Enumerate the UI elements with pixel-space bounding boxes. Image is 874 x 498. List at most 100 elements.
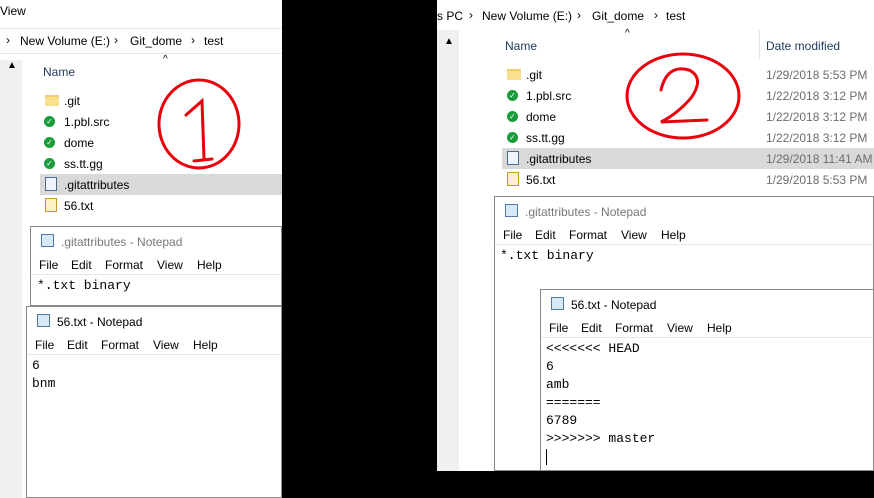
menu-bar: File Edit Format View Help [31,255,281,275]
window-title: 56.txt - Notepad [571,298,657,312]
menu-view[interactable]: View [153,338,179,352]
menu-format[interactable]: Format [101,338,139,352]
notepad-icon [41,234,54,247]
menu-file[interactable]: File [549,321,568,335]
menu-help[interactable]: Help [661,228,686,242]
file-name: dome [64,136,95,150]
menu-file[interactable]: File [35,338,54,352]
left-explorer-window: View › New Volume (E:) › Git_dome › test… [0,0,282,498]
menu-help[interactable]: Help [197,258,222,272]
text-line: 6 [32,358,40,373]
file-name: ss.tt.gg [64,157,103,171]
file-date: 1/29/2018 11:41 AM [766,152,873,166]
menu-view[interactable]: View [621,228,647,242]
menu-view[interactable]: View [157,258,183,272]
column-divider [759,30,760,60]
text-editor[interactable]: *.txt binary [37,277,131,295]
chevron-right-icon: › [6,33,10,47]
breadcrumb-volume[interactable]: New Volume (E:) [20,34,110,48]
file-date: 1/22/2018 3:12 PM [766,110,868,124]
column-header-name[interactable]: Name [43,65,75,79]
file-date: 1/22/2018 3:12 PM [766,89,868,103]
file-name: 1.pbl.src [64,115,110,129]
menu-format[interactable]: Format [569,228,607,242]
menu-edit[interactable]: Edit [67,338,88,352]
text-file-icon [507,172,519,186]
file-row-selected[interactable]: .gitattributes 1/29/2018 11:41 AM [502,148,874,169]
annotation-circle-1 [157,78,241,170]
sync-check-icon: ✓ [44,116,55,127]
text-line: 6789 [546,413,578,428]
breadcrumb-test[interactable]: test [666,9,685,23]
sync-check-icon: ✓ [507,111,518,122]
breadcrumb-git-dome[interactable]: Git_dome [592,9,644,23]
window-title: 56.txt - Notepad [57,315,143,329]
file-name: .gitattributes [526,152,592,166]
text-cursor [546,449,547,465]
folder-icon [507,69,521,80]
breadcrumb-git-dome[interactable]: Git_dome [130,34,182,48]
column-header-name[interactable]: Name [505,39,537,53]
notepad-icon [551,297,564,310]
text-file-icon [45,198,57,212]
title-bar[interactable]: .gitattributes - Notepad [495,197,873,225]
menu-edit[interactable]: Edit [535,228,556,242]
column-header-date-modified[interactable]: Date modified [766,39,840,53]
text-line: bnm [32,376,56,391]
file-name: .git [526,68,543,82]
file-row-selected[interactable]: .gitattributes [40,174,282,195]
vertical-scrollbar[interactable] [0,60,22,498]
title-bar[interactable]: 56.txt - Notepad [27,307,281,335]
view-menu[interactable]: View [0,4,26,18]
notepad-gitattributes[interactable]: .gitattributes - Notepad File Edit Forma… [30,226,282,306]
file-date: 1/29/2018 5:53 PM [766,68,868,82]
sync-check-icon: ✓ [507,132,518,143]
sync-check-icon: ✓ [44,137,55,148]
menu-help[interactable]: Help [707,321,732,335]
menu-edit[interactable]: Edit [581,321,602,335]
text-line: 6 [546,359,554,374]
sync-check-icon: ✓ [44,158,55,169]
window-title: .gitattributes - Notepad [61,235,183,249]
notepad-icon [37,314,50,327]
address-bar[interactable]: › New Volume (E:) › Git_dome › test [0,28,282,54]
text-editor[interactable]: 6 bnm [32,357,55,393]
menu-edit[interactable]: Edit [71,258,92,272]
scroll-up-icon[interactable]: ▲ [444,36,454,47]
file-date: 1/29/2018 5:53 PM [766,173,868,187]
text-file-icon [45,177,57,191]
text-editor[interactable]: <<<<<<< HEAD 6 amb ======= 6789 >>>>>>> … [546,340,655,465]
menu-format[interactable]: Format [615,321,653,335]
menu-file[interactable]: File [39,258,58,272]
menu-format[interactable]: Format [105,258,143,272]
vertical-scrollbar[interactable] [437,30,459,471]
notepad-icon [505,204,518,217]
file-name: 1.pbl.src [526,89,572,103]
text-line: <<<<<<< HEAD [546,341,640,356]
text-editor[interactable]: *.txt binary [500,247,594,265]
file-name: .gitattributes [64,178,130,192]
notepad-56-txt[interactable]: 56.txt - Notepad File Edit Format View H… [540,289,874,471]
menu-view[interactable]: View [667,321,693,335]
title-bar[interactable]: 56.txt - Notepad [541,290,873,318]
chevron-right-icon: › [577,8,581,22]
menu-help[interactable]: Help [193,338,218,352]
chevron-right-icon: › [114,33,118,47]
breadcrumb-this-pc[interactable]: s PC [437,9,463,23]
chevron-right-icon: › [469,8,473,22]
text-line: *.txt binary [37,278,131,293]
file-name: 56.txt [64,199,94,213]
file-date: 1/22/2018 3:12 PM [766,131,868,145]
breadcrumb-test[interactable]: test [204,34,223,48]
breadcrumb-volume[interactable]: New Volume (E:) [482,9,572,23]
text-line: ======= [546,395,601,410]
file-name: dome [526,110,557,124]
file-name: ss.tt.gg [526,131,565,145]
title-bar[interactable]: .gitattributes - Notepad [31,227,281,255]
menu-bar: File Edit Format View Help [541,318,873,338]
notepad-56-txt[interactable]: 56.txt - Notepad File Edit Format View H… [26,306,282,498]
text-line: *.txt binary [500,248,594,263]
address-bar[interactable]: s PC › New Volume (E:) › Git_dome › test [437,4,874,26]
menu-file[interactable]: File [503,228,522,242]
scroll-up-icon[interactable]: ▲ [7,60,17,71]
